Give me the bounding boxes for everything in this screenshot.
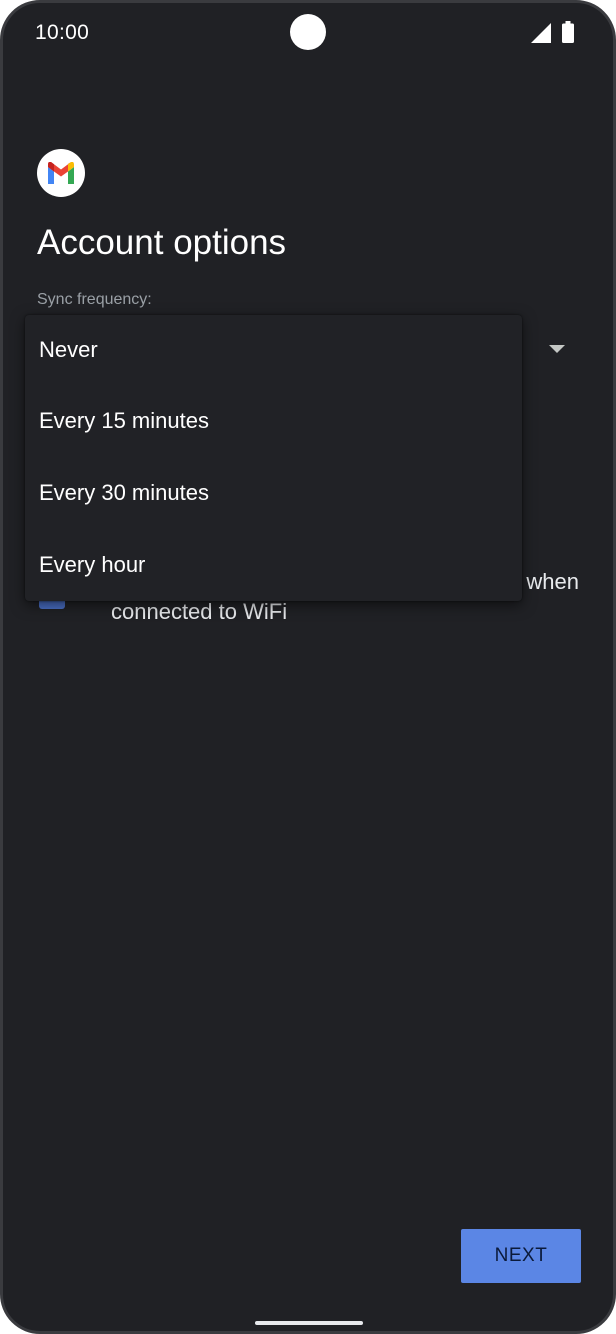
dropdown-arrow-icon[interactable] [549,345,565,353]
page-title: Account options [37,223,287,262]
menu-item-every-15-minutes[interactable]: Every 15 minutes [25,385,522,457]
menu-item-never[interactable]: Never [25,315,522,385]
gmail-logo-icon [37,149,85,197]
battery-icon [562,21,574,43]
home-indicator[interactable] [255,1321,363,1325]
status-time: 10:00 [35,21,90,44]
camera-cutout [290,14,326,50]
sync-frequency-dropdown-menu: Never Every 15 minutes Every 30 minutes … [25,315,522,601]
status-bar: 10:00 [3,3,613,67]
menu-item-every-hour[interactable]: Every hour [25,529,522,601]
phone-screen: 10:00 Account options Sync frequency: wh… [0,0,616,1334]
next-button[interactable]: NEXT [461,1229,581,1283]
sync-frequency-label: Sync frequency: [37,291,152,308]
wifi-option-line2: connected to WiFi [111,599,288,624]
menu-item-every-30-minutes[interactable]: Every 30 minutes [25,457,522,529]
signal-icon [531,23,551,43]
